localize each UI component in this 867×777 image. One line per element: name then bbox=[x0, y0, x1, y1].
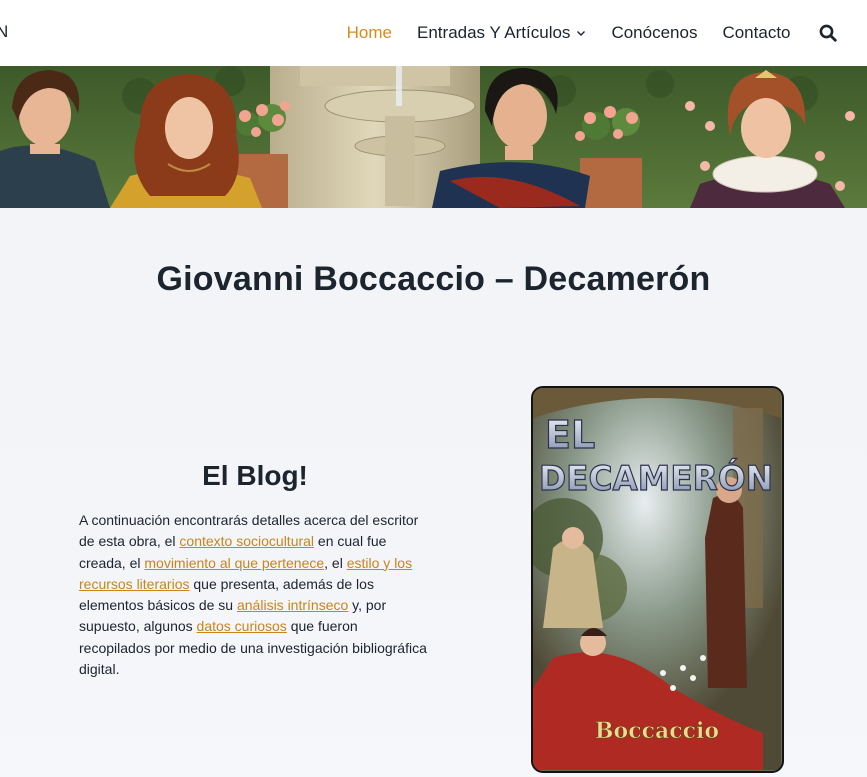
link-datos-curiosos[interactable]: datos curiosos bbox=[197, 618, 287, 634]
cover-title-line1: EL bbox=[545, 413, 595, 457]
hero-banner-image bbox=[0, 66, 867, 208]
search-icon bbox=[819, 24, 837, 42]
cover-title-line2: DECAMERÓN bbox=[539, 458, 773, 499]
blog-heading: El Blog! bbox=[202, 460, 308, 491]
site-logo[interactable]: N bbox=[0, 22, 8, 42]
link-analisis-intrinseco[interactable]: análisis intrínseco bbox=[237, 597, 348, 613]
renaissance-garden-illustration bbox=[0, 66, 867, 208]
nav-entradas-label: Entradas Y Artículos bbox=[417, 23, 571, 42]
site-header: N Home Entradas Y Artículos Conócenos Co… bbox=[0, 0, 867, 66]
nav-conocenos[interactable]: Conócenos bbox=[599, 23, 710, 43]
chevron-down-icon bbox=[577, 31, 586, 36]
nav-entradas[interactable]: Entradas Y Artículos bbox=[405, 23, 599, 43]
link-contexto-sociocultural[interactable]: contexto sociocultural bbox=[179, 533, 314, 549]
main-nav: Home Entradas Y Artículos Conócenos Cont… bbox=[334, 0, 867, 66]
link-movimiento[interactable]: movimiento al que pertenece bbox=[144, 555, 324, 571]
nav-contacto[interactable]: Contacto bbox=[710, 23, 803, 43]
main-content: Giovanni Boccaccio – Decamerón El Blog! … bbox=[0, 208, 867, 777]
book-cover-image: EL DECAMERÓN Boccaccio bbox=[531, 386, 784, 773]
nav-home[interactable]: Home bbox=[334, 23, 404, 43]
page-title: Giovanni Boccaccio – Decamerón bbox=[156, 260, 711, 298]
search-button[interactable] bbox=[803, 13, 853, 53]
blog-text-part: , el bbox=[324, 554, 347, 571]
decameron-cover-illustration: EL DECAMERÓN Boccaccio bbox=[533, 388, 781, 770]
blog-intro-paragraph: A continuación encontrarás detalles acer… bbox=[79, 510, 431, 680]
cover-author: Boccaccio bbox=[595, 718, 719, 744]
